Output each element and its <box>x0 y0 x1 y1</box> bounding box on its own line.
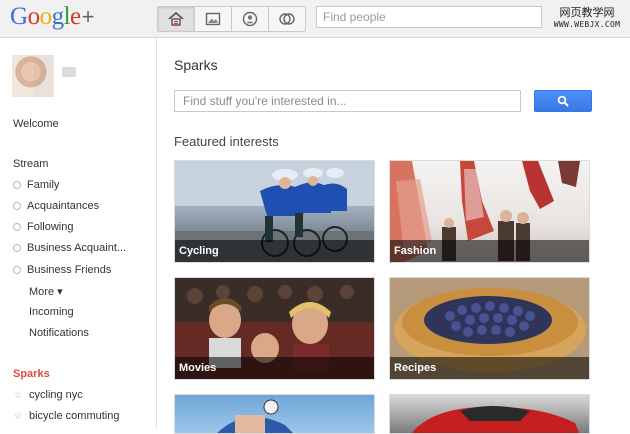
watermark-text: 网页教学网 <box>559 6 615 19</box>
sidebar-item-label: Family <box>27 179 60 191</box>
sidebar-item-following[interactable]: Following <box>13 221 73 233</box>
circle-icon <box>13 181 21 189</box>
notifications-link[interactable]: Notifications <box>29 327 89 339</box>
page-title: Sparks <box>174 57 218 73</box>
circle-icon <box>13 223 21 231</box>
more-link[interactable]: More ▾ <box>29 285 63 298</box>
circles-icon <box>279 13 295 25</box>
interest-tile-movies[interactable]: Movies <box>174 277 375 380</box>
nav-profile-button[interactable] <box>232 7 269 31</box>
avatar[interactable] <box>12 55 76 97</box>
sidebar-item-label: Business Friends <box>27 264 112 276</box>
logo-letter: g <box>51 3 65 30</box>
top-bar: Google+ Find people 网页教学网 WWW.WEBJX.COM <box>0 0 630 38</box>
main-content: Sparks Featured interests Cycling <box>158 38 630 434</box>
star-icon: ☆ <box>13 410 23 422</box>
sparks-item-label: cycling nyc <box>29 389 83 401</box>
interest-label: Cycling <box>175 240 374 262</box>
interest-tile-recipes[interactable]: Recipes <box>389 277 590 380</box>
interest-tile-fashion[interactable]: Fashion <box>389 160 590 263</box>
interest-tile-cars[interactable] <box>389 394 590 434</box>
nav-circles-button[interactable] <box>269 7 305 31</box>
star-icon: ☆ <box>13 389 23 401</box>
sparks-search-input[interactable] <box>174 90 521 112</box>
home-icon <box>168 12 184 26</box>
sidebar-item-family[interactable]: Family <box>13 179 59 191</box>
sparks-item-cycling-nyc[interactable]: ☆ cycling nyc <box>13 389 83 401</box>
find-people-input[interactable] <box>316 6 542 28</box>
circle-icon <box>13 244 21 252</box>
nav-photos-button[interactable] <box>195 7 232 31</box>
logo-letter: e <box>70 3 81 30</box>
interest-label: Recipes <box>390 357 589 379</box>
watermark-url: WWW.WEBJX.COM <box>553 20 621 29</box>
sparks-heading[interactable]: Sparks <box>13 368 50 380</box>
circle-icon <box>13 266 21 274</box>
search-button[interactable] <box>534 90 592 112</box>
nav-home-button[interactable] <box>158 7 195 31</box>
interest-label: Movies <box>175 357 374 379</box>
logo-plus: + <box>81 4 95 29</box>
featured-interests-heading: Featured interests <box>174 134 279 149</box>
main-nav <box>157 6 306 32</box>
search-icon <box>557 95 569 107</box>
logo-letter: G <box>10 3 28 30</box>
interest-tile-sports[interactable] <box>174 394 375 434</box>
sparks-item-bicycle-commuting[interactable]: ☆ bicycle commuting <box>13 410 120 422</box>
sidebar-item-business-friends[interactable]: Business Friends <box>13 264 111 276</box>
welcome-link[interactable]: Welcome <box>13 118 59 130</box>
interest-tile-cycling[interactable]: Cycling <box>174 160 375 263</box>
interest-label: Fashion <box>390 240 589 262</box>
logo-letter: o <box>39 3 53 30</box>
sidebar: Welcome Stream Family Acquaintances Foll… <box>0 38 157 430</box>
logo-letter: o <box>27 3 41 30</box>
photos-icon <box>205 12 221 26</box>
watermark: 网页教学网 WWW.WEBJX.COM <box>548 7 626 31</box>
sidebar-item-label: Business Acquaint... <box>27 242 127 254</box>
incoming-link[interactable]: Incoming <box>29 306 74 318</box>
sidebar-item-label: Acquaintances <box>27 200 100 212</box>
sidebar-item-business-acquaintances[interactable]: Business Acquaint... <box>13 242 126 254</box>
google-plus-logo[interactable]: Google+ <box>10 3 94 31</box>
car-image <box>411 406 580 433</box>
sidebar-item-label: Following <box>27 221 74 233</box>
sidebar-item-acquaintances[interactable]: Acquaintances <box>13 200 99 212</box>
circle-icon <box>13 202 21 210</box>
profile-icon <box>242 11 258 27</box>
stream-link[interactable]: Stream <box>13 158 48 170</box>
sparks-item-label: bicycle commuting <box>29 410 120 422</box>
soccer-image <box>217 399 293 433</box>
